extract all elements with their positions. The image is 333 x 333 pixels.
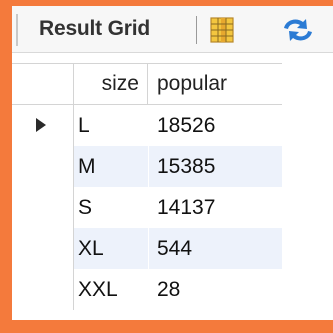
cell-size[interactable]: M [74,146,148,187]
grid-corner-cell[interactable] [12,64,74,104]
row-selector[interactable] [12,146,74,187]
form-editor-icon[interactable] [208,16,236,44]
table-row[interactable]: XXL 28 [12,269,282,310]
grid-header-row: size popular [12,63,282,105]
result-grid-panel: Result Grid size popular L 18526 M 15385… [12,6,333,320]
row-selector[interactable] [12,228,74,269]
cell-size[interactable]: XL [74,228,148,269]
cell-popular[interactable]: 544 [149,228,282,269]
column-header-size[interactable]: size [74,64,148,104]
row-selector[interactable] [12,187,74,228]
refresh-icon[interactable] [278,14,318,46]
column-header-popular[interactable]: popular [149,64,282,104]
cell-size[interactable]: XXL [74,269,148,310]
current-row-arrow-icon [36,118,46,132]
table-row[interactable]: S 14137 [12,187,282,228]
table-row[interactable]: M 15385 [12,146,282,187]
cell-popular[interactable]: 18526 [149,105,282,146]
cell-size[interactable]: S [74,187,148,228]
toolbar-separator [196,16,197,44]
row-selector[interactable] [12,105,74,146]
row-selector[interactable] [12,269,74,310]
cell-size[interactable]: L [74,105,148,146]
table-row[interactable]: L 18526 [12,105,282,146]
table-row[interactable]: XL 544 [12,228,282,269]
result-grid-title: Result Grid [39,17,150,40]
cell-popular[interactable]: 15385 [149,146,282,187]
cell-popular[interactable]: 28 [149,269,282,310]
result-grid-toolbar: Result Grid [12,6,333,53]
toolbar-grip [16,14,18,46]
cell-popular[interactable]: 14137 [149,187,282,228]
